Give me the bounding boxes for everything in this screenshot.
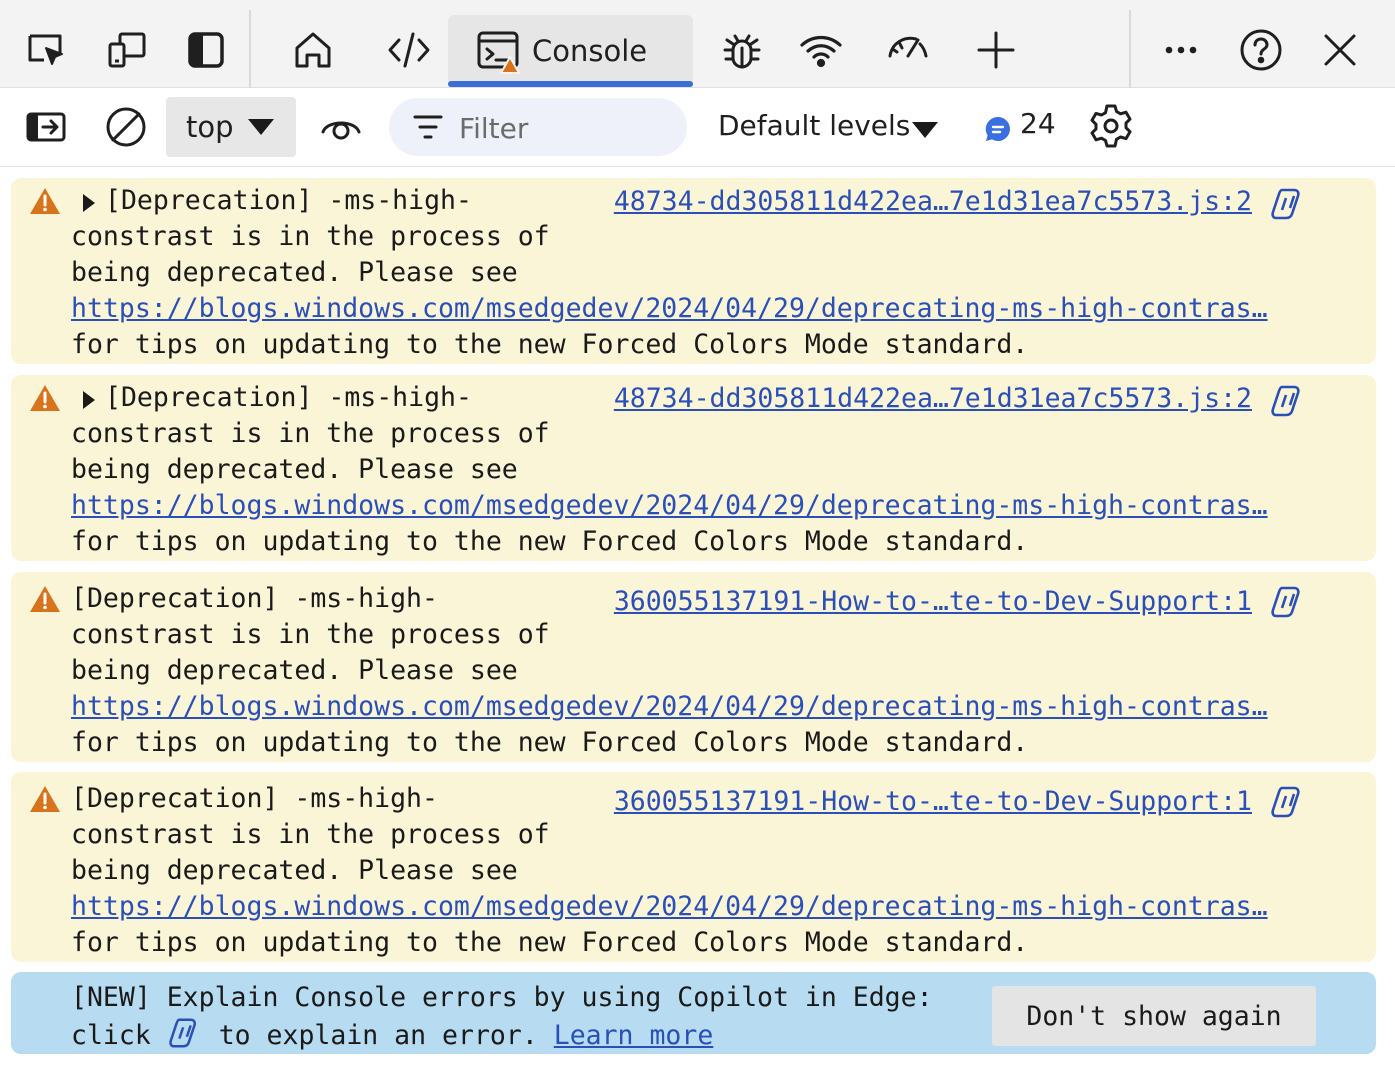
message-icon[interactable] bbox=[984, 115, 1012, 143]
context-value: top bbox=[186, 110, 234, 144]
console-warning-message[interactable]: [Deprecation] -ms-high- 48734-dd305811d4… bbox=[11, 178, 1376, 364]
copilot-icon bbox=[168, 1018, 196, 1048]
clear-icon bbox=[106, 107, 146, 147]
message-source-link[interactable]: 360055137191-How-to-…te-to-Dev-Support:1 bbox=[614, 584, 1252, 620]
message-url-link[interactable]: https://blogs.windows.com/msedgedev/2024… bbox=[71, 291, 1268, 327]
message-text: [Deprecation] -ms-high- bbox=[105, 382, 472, 413]
log-levels-dropdown[interactable]: Default levels bbox=[718, 109, 910, 142]
copilot-icon[interactable] bbox=[1270, 584, 1306, 620]
copilot-icon[interactable] bbox=[1270, 383, 1306, 419]
warning-icon bbox=[30, 786, 60, 812]
sidebar-icon bbox=[26, 112, 66, 142]
eye-icon bbox=[321, 121, 361, 140]
filter-icon bbox=[413, 115, 443, 139]
show-sidebar-button[interactable] bbox=[18, 99, 74, 155]
console-tab-label: Console bbox=[532, 34, 648, 68]
message-source-link[interactable]: 360055137191-How-to-…te-to-Dev-Support:1 bbox=[614, 784, 1252, 820]
close-icon bbox=[1324, 34, 1356, 66]
message-text: being deprecated. Please see bbox=[71, 454, 518, 485]
message-text: constrast is in the process of bbox=[71, 819, 550, 850]
tab-sources[interactable] bbox=[712, 20, 772, 80]
filter-field[interactable] bbox=[389, 98, 687, 156]
tab-welcome[interactable] bbox=[283, 20, 343, 80]
console-warning-message[interactable]: [Deprecation] -ms-high- 360055137191-How… bbox=[11, 572, 1376, 762]
help-icon bbox=[1240, 29, 1282, 71]
more-icon bbox=[1165, 46, 1197, 54]
message-url-link[interactable]: https://blogs.windows.com/msedgedev/2024… bbox=[71, 488, 1268, 524]
console-warning-message[interactable]: [Deprecation] -ms-high- 360055137191-How… bbox=[11, 772, 1376, 962]
chevron-down-icon[interactable] bbox=[912, 122, 938, 138]
warning-icon bbox=[30, 586, 60, 612]
message-text: for tips on updating to the new Forced C… bbox=[71, 727, 1029, 758]
warning-icon bbox=[30, 385, 60, 411]
gear-icon bbox=[1090, 104, 1132, 148]
clear-console-button[interactable] bbox=[98, 99, 154, 155]
devtools-tab-bar: Console bbox=[0, 0, 1395, 88]
welcome-icon bbox=[295, 32, 331, 68]
more-button[interactable] bbox=[1151, 20, 1211, 80]
dock-icon bbox=[188, 32, 224, 68]
message-text: for tips on updating to the new Forced C… bbox=[71, 329, 1029, 360]
network-icon bbox=[800, 35, 842, 68]
tab-elements[interactable] bbox=[379, 20, 439, 80]
message-text: being deprecated. Please see bbox=[71, 257, 518, 288]
elements-icon bbox=[388, 32, 430, 68]
filter-input[interactable] bbox=[457, 106, 671, 150]
message-text: [Deprecation] -ms-high- bbox=[105, 185, 472, 216]
help-button[interactable] bbox=[1231, 20, 1291, 80]
inspect-button[interactable] bbox=[16, 20, 76, 80]
tab-separator bbox=[249, 10, 251, 88]
active-tab-indicator bbox=[448, 81, 693, 87]
expand-triangle-icon[interactable] bbox=[83, 391, 95, 409]
message-text: constrast is in the process of bbox=[71, 418, 550, 449]
copilot-icon[interactable] bbox=[1270, 784, 1306, 820]
message-text: being deprecated. Please see bbox=[71, 655, 518, 686]
message-url-link[interactable]: https://blogs.windows.com/msedgedev/2024… bbox=[71, 689, 1268, 725]
tip-text: to explain an error. bbox=[202, 1020, 554, 1051]
expand-triangle-icon[interactable] bbox=[83, 194, 95, 212]
message-source-link[interactable]: 48734-dd305811d422ea…7e1d31ea7c5573.js:2 bbox=[614, 381, 1252, 417]
message-count[interactable]: 24 bbox=[1020, 107, 1056, 140]
console-toolbar: top Default levels 24 bbox=[0, 89, 1395, 167]
message-text: constrast is in the process of bbox=[71, 619, 550, 650]
more-tools-button[interactable] bbox=[966, 20, 1026, 80]
device-emulation-button[interactable] bbox=[96, 20, 156, 80]
message-text: constrast is in the process of bbox=[71, 221, 550, 252]
copilot-tip-banner: [NEW] Explain Console errors by using Co… bbox=[11, 972, 1376, 1054]
message-text: for tips on updating to the new Forced C… bbox=[71, 526, 1029, 557]
inspect-icon bbox=[28, 34, 63, 65]
console-settings-button[interactable] bbox=[1088, 103, 1138, 153]
copilot-icon[interactable] bbox=[1270, 186, 1306, 222]
message-text: for tips on updating to the new Forced C… bbox=[71, 927, 1029, 958]
tab-separator bbox=[1129, 10, 1131, 88]
dock-button[interactable] bbox=[176, 20, 236, 80]
message-text: being deprecated. Please see bbox=[71, 855, 518, 886]
dont-show-again-button[interactable]: Don't show again bbox=[992, 986, 1316, 1046]
tab-console[interactable]: Console bbox=[448, 15, 693, 87]
tip-text: [NEW] Explain Console errors by using Co… bbox=[71, 982, 933, 1013]
tab-network[interactable] bbox=[791, 20, 851, 80]
learn-more-link[interactable]: Learn more bbox=[554, 1020, 714, 1051]
sources-icon bbox=[723, 34, 761, 69]
message-text: [Deprecation] -ms-high- bbox=[71, 783, 438, 814]
device-emulation-icon bbox=[108, 32, 146, 68]
chevron-down-icon bbox=[248, 119, 274, 135]
message-text: [Deprecation] -ms-high- bbox=[71, 583, 438, 614]
message-url-link[interactable]: https://blogs.windows.com/msedgedev/2024… bbox=[71, 889, 1268, 925]
warning-icon bbox=[30, 188, 60, 214]
message-source-link[interactable]: 48734-dd305811d422ea…7e1d31ea7c5573.js:2 bbox=[614, 184, 1252, 220]
tip-text: click bbox=[71, 1020, 167, 1051]
tip-text-line2: click to explain an error. Learn more bbox=[71, 1016, 713, 1054]
close-devtools-button[interactable] bbox=[1310, 20, 1370, 80]
more-tools-icon bbox=[977, 31, 1015, 69]
live-expression-button[interactable] bbox=[313, 99, 369, 155]
tab-performance[interactable] bbox=[878, 20, 938, 80]
performance-icon bbox=[888, 36, 928, 58]
console-warning-message[interactable]: [Deprecation] -ms-high- 48734-dd305811d4… bbox=[11, 375, 1376, 561]
context-selector[interactable]: top bbox=[166, 97, 296, 157]
console-icon bbox=[477, 31, 520, 74]
